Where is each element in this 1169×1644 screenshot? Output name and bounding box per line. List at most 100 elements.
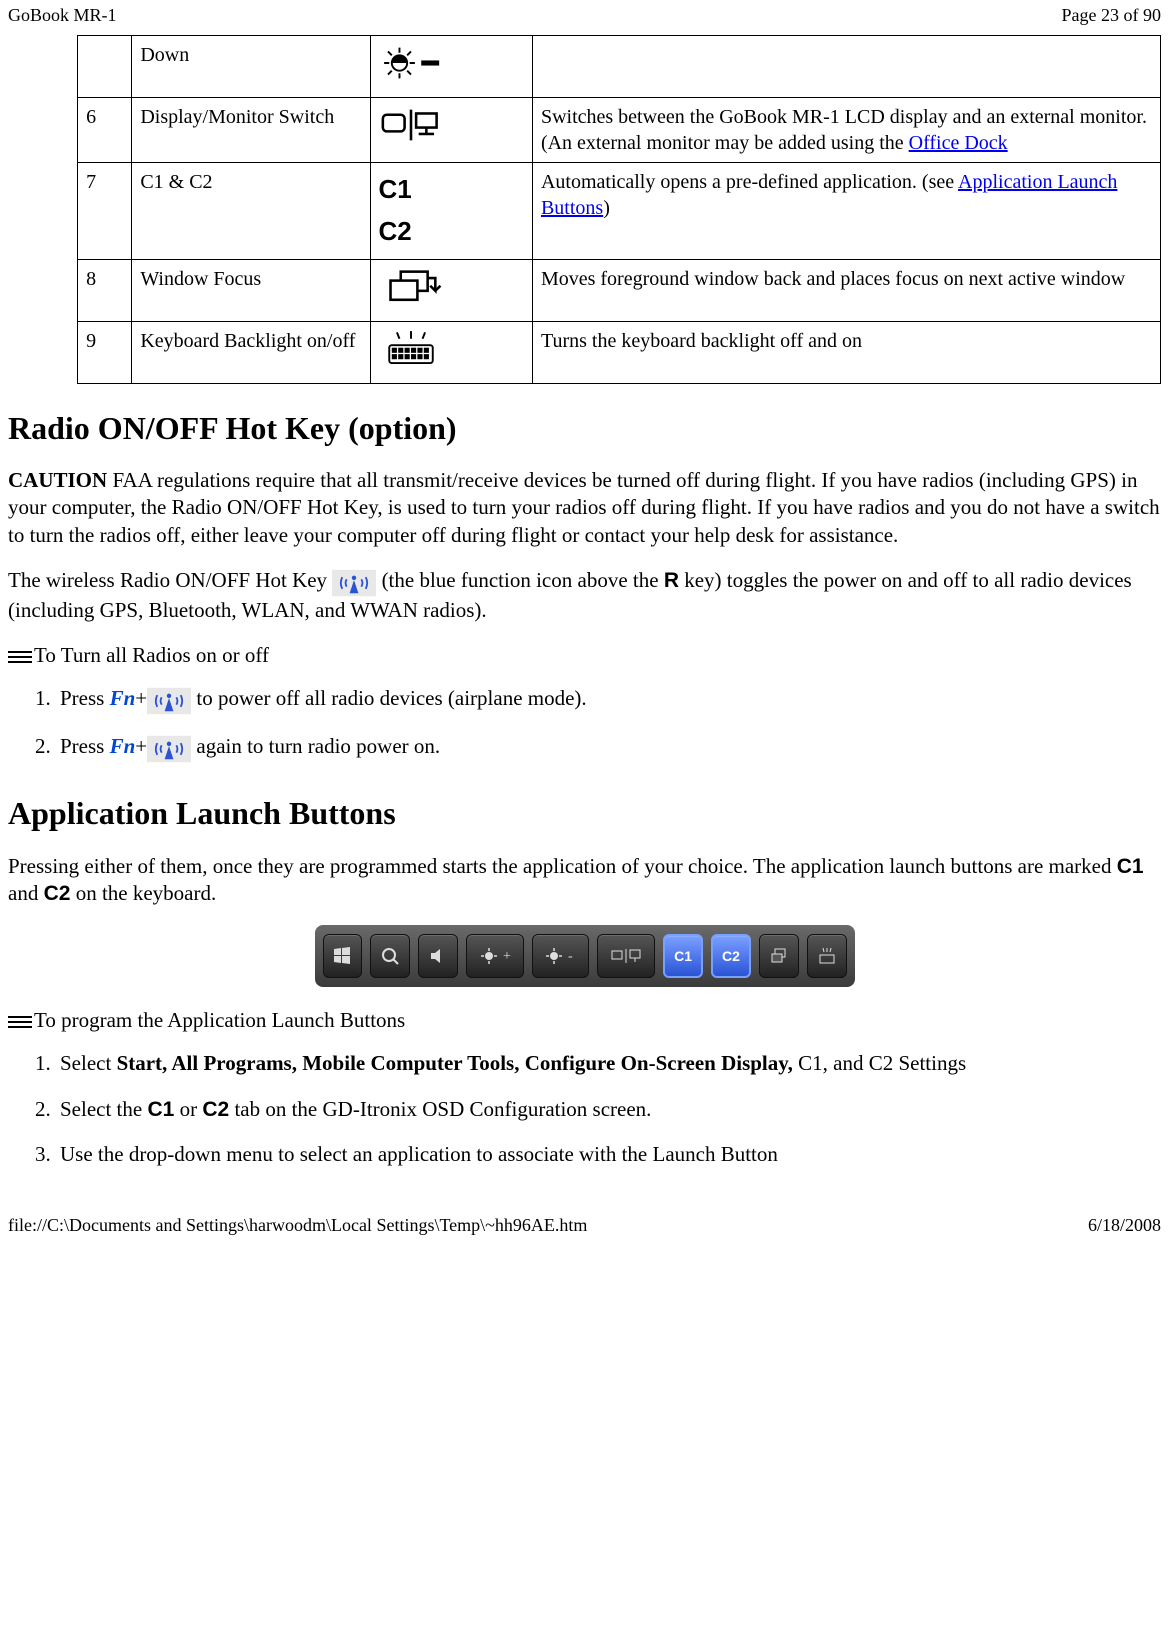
doc-title: GoBook MR-1 <box>8 4 117 27</box>
list-item: Press Fn+ again to turn radio power on. <box>56 733 1161 763</box>
subhead-radios: To Turn all Radios on or off <box>8 642 1161 669</box>
row7-num: 7 <box>78 163 132 259</box>
s2b: + <box>135 734 147 758</box>
app-p1-a: Pressing either of them, once they are p… <box>8 854 1117 878</box>
app-heading: Application Launch Buttons <box>8 793 1161 835</box>
as2e: tab on the GD-Itronix OSD Configuration … <box>229 1097 651 1121</box>
row6-num: 6 <box>78 98 132 163</box>
caution-text: FAA regulations require that all transmi… <box>8 468 1160 547</box>
page-footer: file://C:\Documents and Settings\harwood… <box>0 1188 1169 1243</box>
r-key-label: R <box>664 569 679 592</box>
display-switch-icon <box>379 104 443 153</box>
task-list-icon <box>8 647 32 665</box>
display-switch-key-icon <box>597 934 655 978</box>
fn-key: Fn <box>110 686 136 710</box>
row8-icon <box>370 259 532 321</box>
list-item: Select Start, All Programs, Mobile Compu… <box>56 1050 1161 1077</box>
window-focus-icon <box>379 266 443 315</box>
s1b: + <box>135 686 147 710</box>
radio-antenna-icon <box>147 686 191 715</box>
row8-name: Window Focus <box>132 259 370 321</box>
c2-key-button: C2 <box>711 934 751 978</box>
brightness-up-key-icon: + <box>466 934 524 978</box>
backlight-key-icon <box>807 934 847 978</box>
row6-desc: Switches between the GoBook MR-1 LCD dis… <box>532 98 1160 163</box>
radio-p2-b: (the blue function icon above the <box>376 568 664 592</box>
windows-key-icon <box>323 934 363 978</box>
row5-desc <box>532 36 1160 98</box>
row9-desc: Turns the keyboard backlight off and on <box>532 321 1160 383</box>
radio-antenna-icon <box>147 734 191 763</box>
table-row: 6 Display/Monitor Switch Switches betwee… <box>78 98 1161 163</box>
c1-key-button: C1 <box>663 934 703 978</box>
row9-num: 9 <box>78 321 132 383</box>
page-header: GoBook MR-1 Page 23 of 90 <box>0 0 1169 35</box>
page-number: Page 23 of 90 <box>1062 4 1161 27</box>
s1c: to power off all radio devices (airplane… <box>191 686 587 710</box>
table-row: 8 Window Focus Moves foreground window b… <box>78 259 1161 321</box>
row5-icon <box>370 36 532 98</box>
s2c: again to turn radio power on. <box>191 734 440 758</box>
row6-icon <box>370 98 532 163</box>
keyboard-backlight-icon <box>379 328 443 377</box>
footer-path: file://C:\Documents and Settings\harwood… <box>8 1214 587 1237</box>
speaker-key-icon <box>418 934 458 978</box>
table-row: 9 Keyboard Backlight on/off <box>78 321 1161 383</box>
row9-name: Keyboard Backlight on/off <box>132 321 370 383</box>
subhead-radios-text: To Turn all Radios on or off <box>34 642 269 669</box>
caution-paragraph: CAUTION FAA regulations require that all… <box>8 467 1161 549</box>
svg-text:-: - <box>568 949 573 964</box>
focus-key-icon <box>759 934 799 978</box>
row7-name: C1 & C2 <box>132 163 370 259</box>
table-row: 7 C1 & C2 C1 C2 Automatically opens a pr… <box>78 163 1161 259</box>
radio-para2: The wireless Radio ON/OFF Hot Key (the b… <box>8 567 1161 624</box>
s2a: Press <box>60 734 110 758</box>
hotkey-table: Down 6 Display/Monitor Switch <box>77 35 1161 383</box>
row9-icon <box>370 321 532 383</box>
office-dock-link[interactable]: Office Dock <box>909 132 1008 154</box>
as2a: Select the <box>60 1097 147 1121</box>
as2c: or <box>174 1097 202 1121</box>
c2-bold: C2 <box>44 882 71 905</box>
row8-desc: Moves foreground window back and places … <box>532 259 1160 321</box>
as1a: Select <box>60 1051 117 1075</box>
and-text: and <box>8 881 44 905</box>
app-steps: Select Start, All Programs, Mobile Compu… <box>56 1050 1161 1168</box>
table-row: Down <box>78 36 1161 98</box>
c2-label-icon: C2 <box>379 211 524 253</box>
row5-name: Down <box>132 36 370 98</box>
svg-text:+: + <box>503 949 511 964</box>
list-item: Select the C1 or C2 tab on the GD-Itroni… <box>56 1096 1161 1123</box>
radio-antenna-icon <box>332 568 376 597</box>
as2d: C2 <box>202 1098 229 1121</box>
list-item: Use the drop-down menu to select an appl… <box>56 1141 1161 1168</box>
row5-num <box>78 36 132 98</box>
as1d: , and C2 Settings <box>823 1051 967 1075</box>
as1c: C1 <box>798 1051 823 1075</box>
footer-date: 6/18/2008 <box>1088 1214 1161 1237</box>
fn-key: Fn <box>110 734 136 758</box>
row6-desc-text: Switches between the GoBook MR-1 LCD dis… <box>541 106 1147 154</box>
caution-label: CAUTION <box>8 468 107 492</box>
row7-desc-a: Automatically opens a pre-defined applic… <box>541 171 958 193</box>
row7-icon: C1 C2 <box>370 163 532 259</box>
app-p1-b: on the keyboard. <box>70 881 216 905</box>
radio-heading: Radio ON/OFF Hot Key (option) <box>8 408 1161 450</box>
brightness-down-key-icon: - <box>532 934 590 978</box>
row7-desc-b: ) <box>603 197 610 219</box>
keyboard-strip-image: + - C1 C2 <box>315 925 855 987</box>
c1-label-icon: C1 <box>379 169 524 211</box>
radio-steps: Press Fn+ to power off all radio devices… <box>56 685 1161 763</box>
as3: Use the drop-down menu to select an appl… <box>60 1142 778 1166</box>
task-list-icon <box>8 1012 32 1030</box>
list-item: Press Fn+ to power off all radio devices… <box>56 685 1161 715</box>
row7-desc: Automatically opens a pre-defined applic… <box>532 163 1160 259</box>
subhead-app: To program the Application Launch Button… <box>8 1007 1161 1034</box>
zoom-key-icon <box>370 934 410 978</box>
row6-name: Display/Monitor Switch <box>132 98 370 163</box>
row8-num: 8 <box>78 259 132 321</box>
as2b: C1 <box>147 1098 174 1121</box>
app-para1: Pressing either of them, once they are p… <box>8 853 1161 908</box>
c1-bold: C1 <box>1117 855 1144 878</box>
radio-p2-a: The wireless Radio ON/OFF Hot Key <box>8 568 332 592</box>
